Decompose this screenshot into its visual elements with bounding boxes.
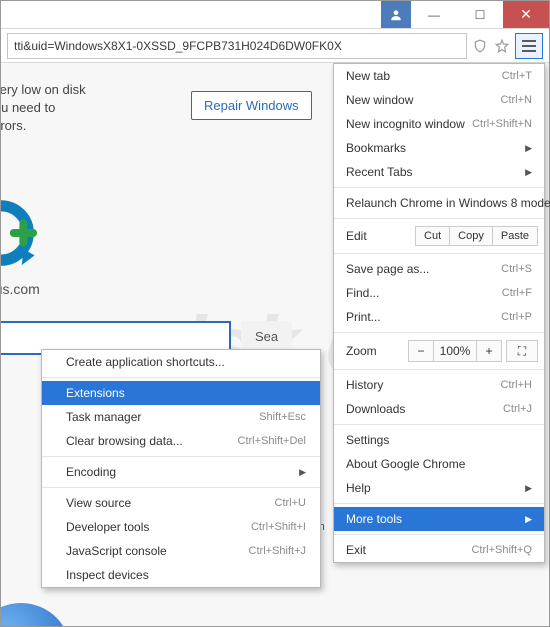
edit-paste-button[interactable]: Paste: [492, 226, 538, 246]
menu-separator: [334, 253, 544, 254]
hamburger-icon: [522, 40, 536, 52]
window-maximize-button[interactable]: ☐: [457, 1, 503, 28]
menu-history[interactable]: HistoryCtrl+H: [334, 373, 544, 397]
shield-icon[interactable]: [471, 37, 489, 55]
window-titlebar: — ☐ ✕: [1, 1, 549, 29]
menu-print[interactable]: Print...Ctrl+P: [334, 305, 544, 329]
toolbar: tti&uid=WindowsX8X1-0XSSD_9FCPB731H024D6…: [1, 29, 549, 63]
menu-separator: [42, 487, 320, 488]
menu-about-chrome[interactable]: About Google Chrome: [334, 452, 544, 476]
menu-recent-tabs[interactable]: Recent Tabs▶: [334, 160, 544, 184]
zoom-value: 100%: [433, 340, 477, 362]
submenu-task-manager[interactable]: Task managerShift+Esc: [42, 405, 320, 429]
chevron-right-icon: ▶: [525, 514, 532, 525]
menu-bookmarks[interactable]: Bookmarks▶: [334, 136, 544, 160]
submenu-clear-browsing-data[interactable]: Clear browsing data...Ctrl+Shift+Del: [42, 429, 320, 453]
menu-zoom-label: Zoom: [346, 344, 409, 358]
menu-separator: [334, 503, 544, 504]
menu-separator: [334, 534, 544, 535]
submenu-encoding[interactable]: Encoding▶: [42, 460, 320, 484]
menu-more-tools[interactable]: More tools▶: [334, 507, 544, 531]
submenu-developer-tools[interactable]: Developer toolsCtrl+Shift+I: [42, 515, 320, 539]
edit-cut-button[interactable]: Cut: [415, 226, 450, 246]
menu-new-tab[interactable]: New tabCtrl+T: [334, 64, 544, 88]
submenu-inspect-devices[interactable]: Inspect devices: [42, 563, 320, 587]
submenu-javascript-console[interactable]: JavaScript consoleCtrl+Shift+J: [42, 539, 320, 563]
more-tools-submenu: Create application shortcuts... Extensio…: [41, 349, 321, 588]
chevron-right-icon: ▶: [525, 167, 532, 178]
address-bar[interactable]: tti&uid=WindowsX8X1-0XSSD_9FCPB731H024D6…: [7, 33, 467, 59]
menu-separator: [334, 332, 544, 333]
submenu-view-source[interactable]: View sourceCtrl+U: [42, 491, 320, 515]
repair-windows-button[interactable]: Repair Windows: [191, 91, 312, 120]
menu-separator: [334, 369, 544, 370]
menu-separator: [334, 218, 544, 219]
submenu-extensions[interactable]: Extensions: [42, 381, 320, 405]
menu-edit-label: Edit: [346, 229, 416, 243]
submenu-create-shortcuts[interactable]: Create application shortcuts...: [42, 350, 320, 374]
chevron-right-icon: ▶: [525, 483, 532, 494]
chrome-signin-button[interactable]: [381, 1, 411, 28]
menu-separator: [334, 424, 544, 425]
menu-edit-row: Edit Cut Copy Paste: [334, 222, 544, 250]
menu-incognito[interactable]: New incognito windowCtrl+Shift+N: [334, 112, 544, 136]
menu-new-window[interactable]: New windowCtrl+N: [334, 88, 544, 112]
fullscreen-button[interactable]: ⛶: [506, 340, 538, 362]
window-close-button[interactable]: ✕: [503, 1, 549, 28]
zoom-out-button[interactable]: −: [408, 340, 434, 362]
menu-exit[interactable]: ExitCtrl+Shift+Q: [334, 538, 544, 562]
site-name: 0miga-plus.com: [1, 281, 40, 297]
edit-copy-button[interactable]: Copy: [449, 226, 493, 246]
site-logo-icon: [1, 193, 41, 273]
window-minimize-button[interactable]: —: [411, 1, 457, 28]
menu-relaunch-win8[interactable]: Relaunch Chrome in Windows 8 mode: [334, 191, 544, 215]
menu-downloads[interactable]: DownloadsCtrl+J: [334, 397, 544, 421]
search-button[interactable]: Sea: [241, 321, 292, 352]
menu-help[interactable]: Help▶: [334, 476, 544, 500]
blue-sphere-icon: [1, 603, 71, 626]
chrome-menu-button[interactable]: [515, 33, 543, 59]
menu-settings[interactable]: Settings: [334, 428, 544, 452]
menu-separator: [334, 187, 544, 188]
menu-zoom-row: Zoom − 100% + ⛶: [334, 336, 544, 366]
menu-save-page-as[interactable]: Save page as...Ctrl+S: [334, 257, 544, 281]
chevron-right-icon: ▶: [299, 467, 306, 478]
star-icon[interactable]: [493, 37, 511, 55]
menu-separator: [42, 456, 320, 457]
menu-separator: [42, 377, 320, 378]
browser-window: — ☐ ✕ tti&uid=WindowsX8X1-0XSSD_9FCPB731…: [0, 0, 550, 627]
chevron-right-icon: ▶: [525, 143, 532, 154]
url-text: tti&uid=WindowsX8X1-0XSSD_9FCPB731H024D6…: [14, 39, 342, 53]
menu-find[interactable]: Find...Ctrl+F: [334, 281, 544, 305]
chrome-main-menu: New tabCtrl+T New windowCtrl+N New incog…: [333, 63, 545, 563]
zoom-in-button[interactable]: +: [476, 340, 502, 362]
